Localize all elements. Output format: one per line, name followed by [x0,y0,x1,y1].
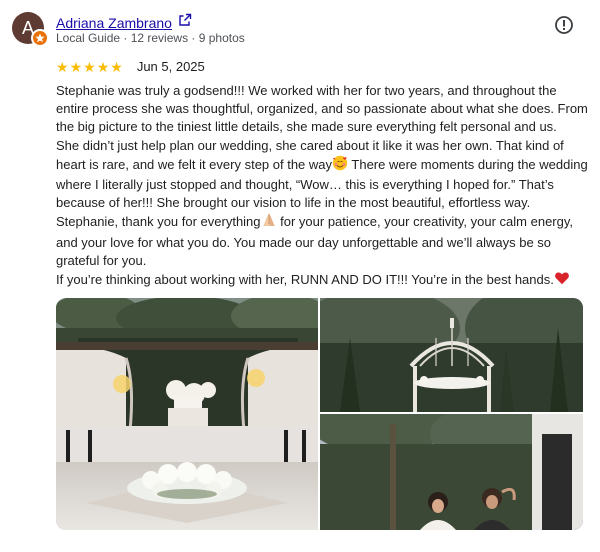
review-paragraph: She didn’t just help plan our wedding, s… [56,137,588,211]
review-text: Stephanie was truly a godsend!!! We work… [56,82,588,291]
report-button[interactable] [554,15,574,35]
external-link-icon[interactable] [178,13,192,32]
rating-row: ★ ★ ★ ★ ★ Jun 5, 2025 [56,59,205,74]
report-icon [555,16,573,34]
review-paragraph: If you’re thinking about working with he… [56,270,588,291]
star-rating: ★ ★ ★ ★ ★ [56,60,123,74]
smiling-face-with-hearts-icon [332,155,348,176]
red-heart-icon [554,270,570,291]
star-icon: ★ [69,58,83,75]
star-icon: ★ [110,58,123,75]
review-paragraph: Stephanie, thank you for everything for … [56,212,574,268]
reviewer-name-row: Adriana Zambrano [56,13,192,32]
photo-ceremony-arch[interactable] [56,298,318,530]
photo-gazebo[interactable] [320,298,583,412]
photo-couple[interactable] [320,414,583,530]
reviewer-name-link[interactable]: Adriana Zambrano [56,15,172,31]
review-paragraph: Stephanie was truly a godsend!!! We work… [56,83,588,135]
reviewer-meta: Local Guide · 12 reviews · 9 photos [56,31,245,45]
star-icon: ★ [96,58,110,75]
review-date: Jun 5, 2025 [136,59,205,74]
local-guide-star-icon [31,29,49,47]
folded-hands-icon [261,212,277,233]
star-icon: ★ [83,58,96,75]
star-icon: ★ [56,58,69,75]
